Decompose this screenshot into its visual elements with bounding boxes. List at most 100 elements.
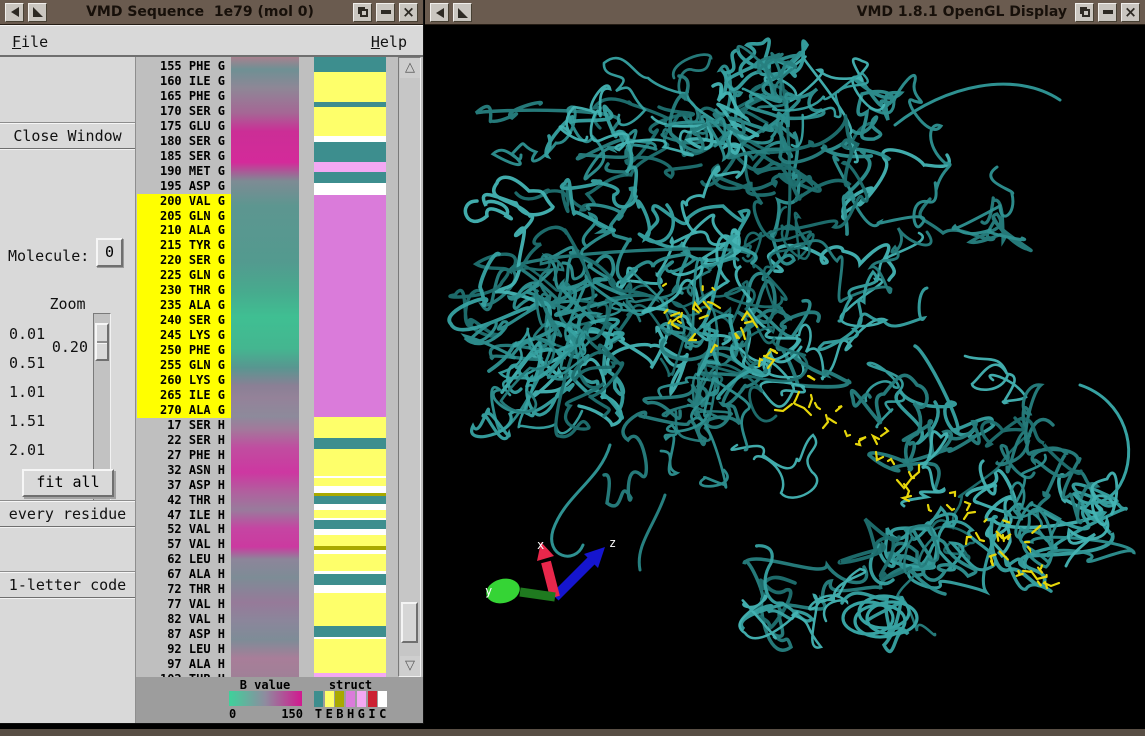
sequence-row[interactable]: 235 ALA G [137,298,231,313]
struct-key-swatch [335,691,344,707]
sequence-row[interactable]: 67 ALA H [137,567,231,582]
struct-band [314,510,386,518]
opengl-viewport[interactable]: xyz [425,25,1145,728]
struct-band [314,626,386,637]
zoom-tick-label: 2.01 [9,441,55,456]
sequence-row[interactable]: 215 TYR G [137,238,231,253]
sequence-row[interactable]: 57 VAL H [137,537,231,552]
minimize-button[interactable] [376,3,395,22]
restore-button[interactable] [1075,3,1094,22]
restore-button[interactable] [353,3,372,22]
left-triangle-icon [11,7,19,17]
close-button[interactable]: × [1121,3,1140,22]
sequence-row[interactable]: 155 PHE G [137,59,231,74]
sequence-row[interactable]: 72 THR H [137,582,231,597]
sequence-row[interactable]: 42 THR H [137,493,231,508]
struct-band [314,639,386,673]
sequence-row[interactable]: 160 ILE G [137,74,231,89]
bvalue-gradient-bar [229,691,302,706]
sequence-row[interactable]: 225 GLN G [137,268,231,283]
sequence-rows: 155 PHE G160 ILE G165 PHE G170 SER G175 … [137,57,231,677]
sequence-row[interactable]: 230 THR G [137,283,231,298]
sequence-window-title: VMD Sequence 1e79 (mol 0) [49,4,351,20]
sequence-row[interactable]: 195 ASP G [137,179,231,194]
struct-key-swatch [325,691,334,707]
struct-band [314,585,386,593]
sequence-titlebar: VMD Sequence 1e79 (mol 0) × [0,0,423,25]
svg-text:y: y [485,584,492,598]
menu-help[interactable]: Help [371,33,407,51]
sequence-row[interactable]: 170 SER G [137,104,231,119]
window-corner-button[interactable] [28,3,47,22]
struct-key-swatch [378,691,387,707]
sequence-row[interactable]: 255 GLN G [137,358,231,373]
sequence-row[interactable]: 32 ASN H [137,463,231,478]
sequence-row[interactable]: 37 ASP H [137,478,231,493]
molecule-label: Molecule: [8,247,89,265]
sequence-row[interactable]: 52 VAL H [137,522,231,537]
struct-band [314,57,386,72]
sequence-row[interactable]: 82 VAL H [137,612,231,627]
sequence-row[interactable]: 220 SER G [137,253,231,268]
sequence-row[interactable]: 270 ALA G [137,403,231,418]
struct-key-swatch [357,691,366,707]
minimize-button[interactable] [1098,3,1117,22]
opengl-titlebar: VMD 1.8.1 OpenGL Display × [425,0,1145,25]
sequence-row[interactable]: 250 PHE G [137,343,231,358]
sequence-row[interactable]: 165 PHE G [137,89,231,104]
one-letter-code-button[interactable]: 1-letter code [0,572,135,598]
struct-band [314,107,386,136]
struct-column[interactable] [314,57,386,677]
sequence-row[interactable]: 265 ILE G [137,388,231,403]
every-residue-button[interactable]: every residue [0,501,135,527]
sequence-row[interactable]: 190 MET G [137,164,231,179]
minimize-icon [1103,10,1113,14]
sequence-row[interactable]: 260 LYS G [137,373,231,388]
bvalue-column[interactable] [231,57,299,677]
sequence-row[interactable]: 210 ALA G [137,223,231,238]
struct-key-letter: I [367,707,378,721]
sequence-row[interactable]: 92 LEU H [137,642,231,657]
window-menu-button[interactable] [5,3,24,22]
bvalue-legend-title: B value [228,678,302,692]
sequence-row[interactable]: 200 VAL G [137,194,231,209]
sequence-row[interactable]: 185 SER G [137,149,231,164]
struct-band [314,449,386,476]
sequence-row[interactable]: 47 ILE H [137,508,231,523]
axes-widget: xyz [484,536,617,607]
sequence-row[interactable]: 22 SER H [137,433,231,448]
close-button[interactable]: × [399,3,418,22]
molecule-select-button[interactable]: 0 [96,238,123,267]
sequence-row[interactable]: 87 ASP H [137,627,231,642]
sequence-row[interactable]: 62 LEU H [137,552,231,567]
struct-key-letter: G [356,707,367,721]
close-window-button[interactable]: Close Window [0,123,135,149]
sequence-row[interactable]: 205 GLN G [137,209,231,224]
window-corner-button[interactable] [453,3,472,22]
zoom-slider-handle[interactable] [95,323,109,361]
zoom-tick-label: 0.51 [9,354,55,369]
struct-key-letter: C [377,707,388,721]
window-bottom-border [0,728,1145,736]
sequence-window: VMD Sequence 1e79 (mol 0) × File Help Cl… [0,0,423,723]
sequence-row[interactable]: 180 SER G [137,134,231,149]
svg-text:z: z [609,536,616,550]
sequence-row[interactable]: 240 SER G [137,313,231,328]
bvalue-max-label: 150 [271,707,303,721]
opengl-window: VMD 1.8.1 OpenGL Display × xyz [425,0,1145,736]
sequence-row[interactable]: 77 VAL H [137,597,231,612]
scroll-down-arrow[interactable]: ▽ [400,656,420,676]
struct-band [314,162,386,172]
sequence-row[interactable]: 27 PHE H [137,448,231,463]
struct-band [314,574,386,585]
sequence-row[interactable]: 17 SER H [137,418,231,433]
sequence-row[interactable]: 97 ALA H [137,657,231,672]
scrollbar[interactable]: △ ▽ [398,57,421,677]
sequence-row[interactable]: 175 GLU G [137,119,231,134]
window-menu-button[interactable] [430,3,449,22]
menu-file[interactable]: File [12,33,48,51]
scroll-up-arrow[interactable]: △ [400,58,420,78]
sequence-row[interactable]: 245 LYS G [137,328,231,343]
fit-all-button[interactable]: fit all [22,469,114,497]
scrollbar-thumb[interactable] [401,602,418,643]
